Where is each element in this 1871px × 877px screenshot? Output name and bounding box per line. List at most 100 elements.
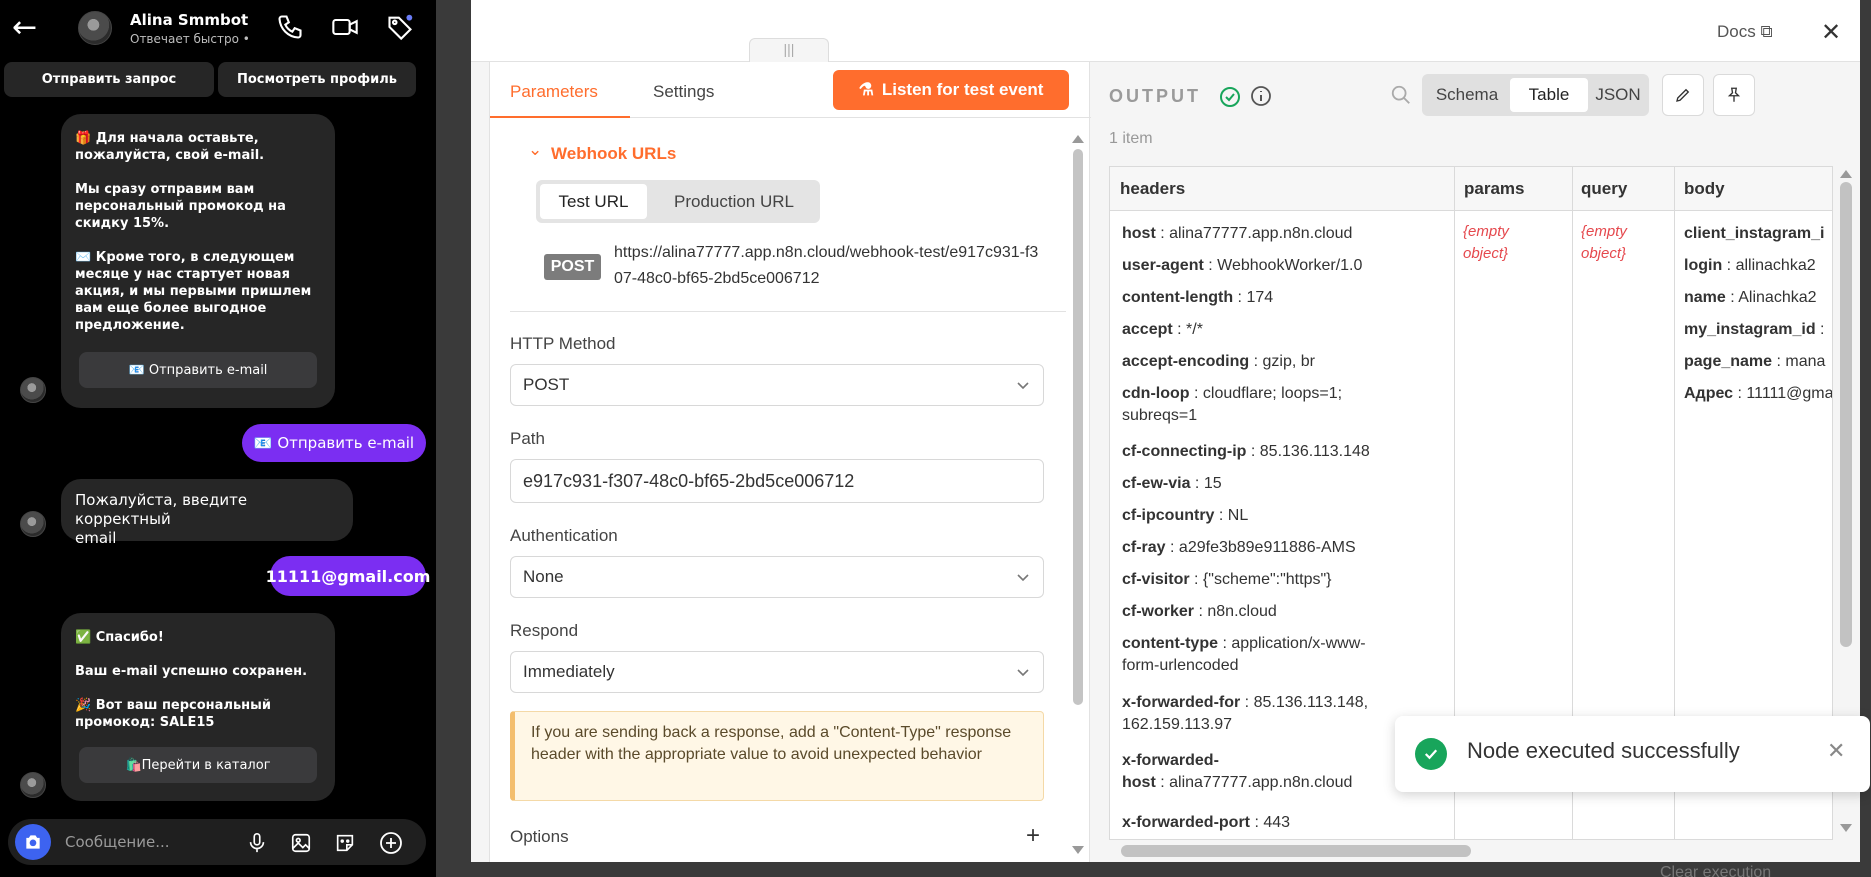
video-call-icon[interactable] bbox=[330, 12, 360, 42]
message-input[interactable]: Сообщение... bbox=[65, 833, 170, 851]
view-profile-button[interactable]: Посмотреть профиль bbox=[218, 62, 416, 97]
column-header-headers: headers bbox=[1120, 179, 1186, 198]
header-value: NL bbox=[1227, 507, 1249, 524]
body-key: page_name bbox=[1684, 353, 1773, 370]
table-row: cf-worker : n8n.cloud bbox=[1122, 603, 1277, 620]
back-arrow-icon[interactable]: ← bbox=[12, 13, 37, 43]
phone-icon[interactable] bbox=[275, 12, 305, 42]
scrollbar[interactable] bbox=[1072, 135, 1084, 857]
microphone-icon[interactable] bbox=[244, 830, 270, 856]
webhook-urls-section[interactable]: Webhook URLs bbox=[551, 144, 676, 164]
header-value: */* bbox=[1186, 321, 1203, 338]
drag-handle[interactable]: ||| bbox=[749, 38, 829, 63]
avatar bbox=[20, 511, 46, 537]
body-key: name bbox=[1684, 289, 1726, 306]
chevron-down-icon[interactable]: ⌄ bbox=[528, 140, 542, 160]
success-toast: Node executed successfully ✕ bbox=[1395, 716, 1870, 792]
body-value: allinachka2 bbox=[1735, 257, 1816, 274]
go-to-catalog-button[interactable]: 🛍️Перейти в каталог bbox=[79, 747, 317, 783]
close-icon[interactable]: ✕ bbox=[1821, 18, 1841, 47]
info-icon[interactable] bbox=[1249, 84, 1273, 108]
send-email-inline-button[interactable]: 📧 Отправить e-mail bbox=[79, 352, 317, 388]
docs-link[interactable]: Docs ⧉ bbox=[1717, 22, 1773, 42]
external-link-icon: ⧉ bbox=[1760, 22, 1773, 41]
table-row: cf-ray : a29fe3b89e911886-AMS bbox=[1122, 539, 1356, 556]
message-text: 🎁 Для начала оставьте, пожалуйста, свой … bbox=[75, 131, 312, 333]
header-key: cf-ray bbox=[1122, 539, 1166, 556]
message-text: ✅ Спасибо! Ваш e-mail успешно сохранен. … bbox=[75, 630, 308, 730]
http-method-select[interactable]: POST bbox=[510, 364, 1044, 406]
listen-for-test-event-button[interactable]: ⚗ Listen for test event bbox=[833, 70, 1069, 110]
pin-data-button[interactable] bbox=[1713, 74, 1755, 116]
scrollbar-thumb[interactable] bbox=[1121, 845, 1471, 857]
search-icon[interactable] bbox=[1390, 84, 1412, 106]
table-row: login : allinachka2 bbox=[1684, 257, 1816, 274]
header-key: cf-connecting-ip bbox=[1122, 443, 1247, 460]
table-row: cf-ipcountry : NL bbox=[1122, 507, 1249, 524]
scroll-down-icon[interactable] bbox=[1072, 846, 1084, 854]
path-input[interactable]: e917c931-f307-48c0-bf65-2bd5ce006712 bbox=[510, 459, 1044, 503]
tag-icon[interactable] bbox=[385, 12, 415, 42]
avatar bbox=[20, 377, 46, 403]
table-row: host : alina77777.app.n8n.cloud bbox=[1122, 225, 1353, 242]
flask-icon: ⚗ bbox=[858, 80, 874, 99]
tab-settings[interactable]: Settings bbox=[653, 82, 714, 102]
header-key: accept-encoding bbox=[1122, 353, 1250, 370]
authentication-select[interactable]: None bbox=[510, 556, 1044, 598]
header-value: 174 bbox=[1246, 289, 1274, 306]
body-value: mana bbox=[1785, 353, 1826, 370]
header-value: n8n.cloud bbox=[1207, 603, 1277, 620]
camera-icon[interactable] bbox=[15, 824, 51, 860]
header-key: accept bbox=[1122, 321, 1173, 338]
respond-label: Respond bbox=[510, 621, 579, 640]
chevron-down-icon bbox=[1017, 382, 1029, 390]
view-schema[interactable]: Schema bbox=[1426, 78, 1508, 112]
tab-parameters[interactable]: Parameters bbox=[510, 82, 598, 102]
chevron-down-icon bbox=[1017, 669, 1029, 677]
http-method-label: HTTP Method bbox=[510, 334, 616, 353]
scroll-up-icon[interactable] bbox=[1072, 135, 1084, 143]
test-url-tab[interactable]: Test URL bbox=[540, 184, 647, 219]
contact-name[interactable]: Alina Smmbot bbox=[130, 11, 248, 29]
scrollbar-thumb[interactable] bbox=[1073, 149, 1083, 705]
column-header-body: body bbox=[1684, 179, 1725, 198]
add-icon[interactable] bbox=[378, 830, 404, 856]
table-row: cdn-loop : cloudflare; loops=1; subreqs=… bbox=[1122, 385, 1343, 424]
options-label: Options bbox=[510, 827, 569, 846]
send-request-button[interactable]: Отправить запрос bbox=[4, 62, 214, 97]
table-row: page_name : mana bbox=[1684, 353, 1826, 370]
view-json[interactable]: JSON bbox=[1590, 78, 1646, 112]
body-value: 11111@gma bbox=[1746, 385, 1833, 402]
scrollbar-thumb[interactable] bbox=[1840, 182, 1852, 647]
respond-select[interactable]: Immediately bbox=[510, 651, 1044, 693]
active-tab-indicator bbox=[490, 116, 630, 118]
query-empty-object: {empty object} bbox=[1581, 223, 1627, 262]
sent-message: 11111@gmail.com bbox=[266, 556, 430, 596]
production-url-tab[interactable]: Production URL bbox=[651, 184, 817, 219]
horizontal-scrollbar[interactable] bbox=[1109, 844, 1833, 857]
header-key: cf-visitor bbox=[1122, 571, 1190, 588]
message-composer: Сообщение... bbox=[8, 819, 426, 865]
http-method-value: POST bbox=[523, 375, 570, 394]
header-key: cf-worker bbox=[1122, 603, 1195, 620]
edit-output-button[interactable] bbox=[1662, 74, 1704, 116]
avatar[interactable] bbox=[78, 11, 112, 45]
close-icon[interactable]: ✕ bbox=[1827, 738, 1845, 764]
table-row: content-type : application/x-www- form-u… bbox=[1122, 635, 1366, 674]
view-table[interactable]: Table bbox=[1510, 78, 1588, 112]
webhook-url[interactable]: https://alina77777.app.n8n.cloud/webhook… bbox=[614, 240, 1044, 292]
scroll-down-icon[interactable] bbox=[1840, 824, 1852, 832]
add-option-icon[interactable]: + bbox=[1026, 822, 1040, 850]
clear-execution-button[interactable]: Clear execution bbox=[1660, 864, 1771, 877]
url-type-switch: Test URL Production URL bbox=[536, 180, 820, 223]
header-value: alina77777.app.n8n.cloud bbox=[1169, 225, 1353, 242]
sticker-icon[interactable] bbox=[332, 830, 358, 856]
authentication-label: Authentication bbox=[510, 526, 618, 545]
header-value: a29fe3b89e911886-AMS bbox=[1178, 539, 1356, 556]
docs-label: Docs bbox=[1717, 22, 1756, 41]
gallery-icon[interactable] bbox=[288, 830, 314, 856]
header-key: content-length bbox=[1122, 289, 1234, 306]
scroll-up-icon[interactable] bbox=[1840, 170, 1852, 178]
header-key: cf-ipcountry bbox=[1122, 507, 1215, 524]
header-key: cdn-loop bbox=[1122, 385, 1190, 402]
